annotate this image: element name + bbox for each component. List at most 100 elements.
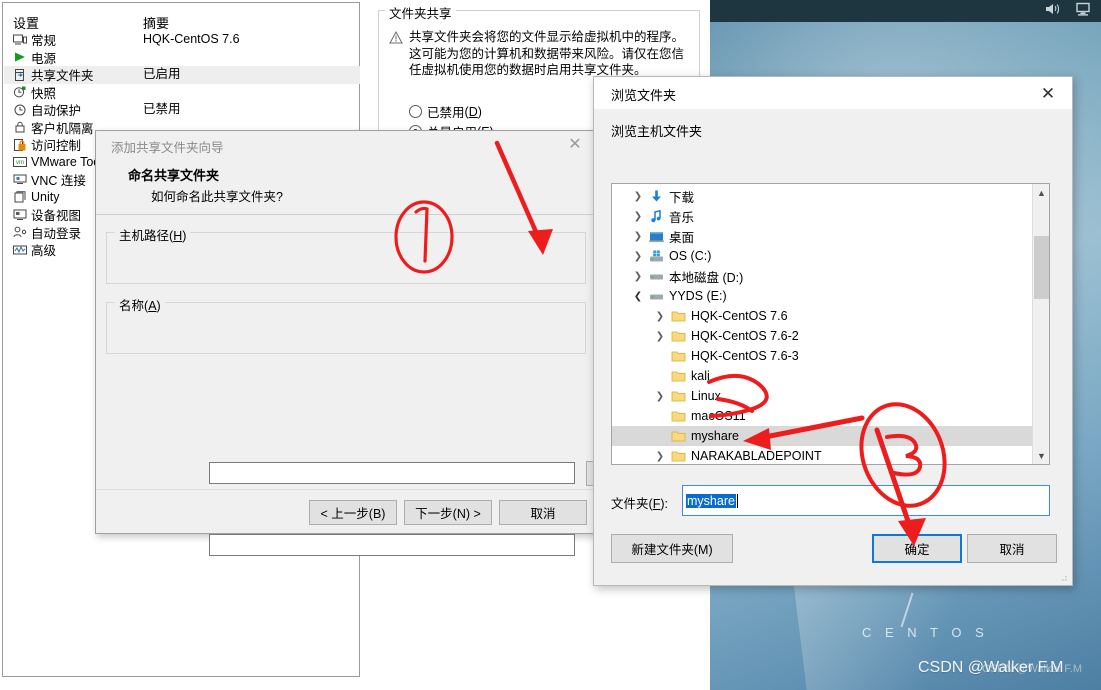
access-lock-icon [12, 138, 27, 152]
chevron-right-icon[interactable]: ❯ [630, 211, 646, 222]
tree-item-label: HQK-CentOS 7.6-2 [691, 329, 799, 343]
tree-item-hqk-centos-76-2[interactable]: ❯ HQK-CentOS 7.6-2 [612, 326, 1032, 346]
music-icon [646, 209, 666, 224]
tree-item-os-c[interactable]: ❯ OS (C:) [612, 246, 1032, 266]
tree-item-label: YYDS (E:) [669, 289, 727, 303]
summary-general: HQK-CentOS 7.6 [143, 32, 240, 46]
svg-text:vm: vm [16, 160, 24, 166]
folder-icon [668, 349, 688, 364]
chevron-right-icon[interactable]: ❯ [630, 251, 646, 262]
folder-name-input[interactable]: myshare [682, 485, 1050, 516]
tree-item-hqk-centos-76-3[interactable]: HQK-CentOS 7.6-3 [612, 346, 1032, 366]
watermark-csdn: CSDN @Walker F.M [918, 659, 1064, 676]
sidebar-label: 访问控制 [31, 139, 82, 154]
tree-item-narakabladepoint[interactable]: ❯ NARAKABLADEPOINT [612, 446, 1032, 464]
drive-icon [646, 289, 666, 304]
folder-icon [668, 329, 688, 344]
folder-tree-items: ❯ 下载 ❯ 音乐 ❯ 桌面 ❯ OS (C:) ❯ 本地磁盘 (D:) ❮ Y… [612, 186, 1032, 464]
folder-name-value: myshare [686, 493, 736, 508]
ok-button[interactable]: 确定 [872, 534, 962, 563]
sidebar-label: 自动保护 [31, 104, 82, 119]
folder-field-label: 文件夹(F): [611, 497, 668, 511]
vnc-icon [12, 173, 27, 187]
column-header-summary: 摘要 [143, 16, 170, 31]
download-icon [646, 189, 666, 204]
tree-item-label: HQK-CentOS 7.6-3 [691, 349, 799, 363]
tree-item-local-disk-d[interactable]: ❯ 本地磁盘 (D:) [612, 266, 1032, 286]
folder-tree[interactable]: ❯ 下载 ❯ 音乐 ❯ 桌面 ❯ OS (C:) ❯ 本地磁盘 (D:) ❮ Y… [611, 183, 1050, 465]
tree-scrollbar[interactable]: ▲ ▼ [1032, 184, 1049, 464]
sidebar-label: 快照 [31, 86, 57, 101]
chevron-right-icon[interactable]: ❯ [652, 331, 668, 342]
tree-item-label: OS (C:) [669, 249, 712, 263]
radio-accel: D [468, 104, 478, 119]
tree-item-music[interactable]: ❯ 音乐 [612, 206, 1032, 226]
device-view-icon [12, 208, 27, 222]
chevron-right-icon[interactable]: ❯ [630, 191, 646, 202]
wizard-heading: 命名共享文件夹 [128, 168, 220, 183]
tree-item-label: 音乐 [669, 210, 695, 225]
tree-item-linux[interactable]: ❯ Linux [612, 386, 1032, 406]
wizard-title-bar: 添加共享文件夹向导 ✕ [96, 131, 594, 159]
scroll-up-icon[interactable]: ▲ [1033, 184, 1049, 201]
sidebar-label: 设备视图 [31, 209, 82, 224]
host-path-legend: 主机路径(H) [115, 225, 191, 244]
scroll-down-icon[interactable]: ▼ [1033, 447, 1049, 464]
back-button[interactable]: < 上一步(B) [309, 500, 397, 525]
tree-item-label: 桌面 [669, 230, 695, 245]
advanced-icon [12, 243, 27, 257]
scrollbar-thumb[interactable] [1034, 236, 1049, 299]
summary-snapshot [143, 84, 353, 102]
tree-item-label: 下载 [669, 190, 695, 205]
browse-title-bar: 浏览文件夹 ✕ [594, 77, 1072, 109]
unity-icon [12, 190, 27, 204]
browse-dialog-subtitle: 浏览主机文件夹 [611, 124, 703, 139]
tree-item-label: kali [691, 369, 710, 383]
new-folder-button[interactable]: 新建文件夹(M) [611, 534, 733, 563]
host-path-input[interactable] [209, 462, 575, 484]
tree-item-macos11[interactable]: macOS11 [612, 406, 1032, 426]
desktop-icon [646, 229, 666, 244]
sidebar-label: Unity [31, 190, 60, 205]
tree-item-downloads[interactable]: ❯ 下载 [612, 186, 1032, 206]
chevron-right-icon[interactable]: ❯ [652, 451, 668, 462]
tree-item-hqk-centos-76[interactable]: ❯ HQK-CentOS 7.6 [612, 306, 1032, 326]
radio-disabled[interactable]: 已禁用(D) [409, 102, 482, 121]
snapshot-icon [12, 85, 27, 99]
folder-icon [668, 409, 688, 424]
monitor-icon [12, 33, 27, 47]
chevron-right-icon[interactable]: ❯ [630, 231, 646, 242]
wizard-title: 添加共享文件夹向导 [111, 141, 224, 155]
warning-triangle-icon [389, 29, 409, 79]
chevron-right-icon[interactable]: ❯ [652, 311, 668, 322]
wizard-header: 命名共享文件夹 如何命名此共享文件夹? [96, 159, 594, 215]
resize-grip-icon[interactable] [1058, 572, 1068, 582]
close-icon[interactable]: ✕ [1030, 81, 1066, 105]
summary-column: HQK-CentOS 7.6 已启用 已禁用 [143, 31, 353, 119]
chevron-right-icon[interactable]: ❯ [652, 391, 668, 402]
lock-icon [12, 120, 27, 134]
folder-icon [668, 369, 688, 384]
name-legend: 名称(A) [115, 295, 165, 314]
cancel-button[interactable]: 取消 [499, 500, 587, 525]
play-icon [12, 50, 27, 64]
cancel-button[interactable]: 取消 [967, 534, 1057, 563]
chevron-right-icon[interactable]: ❯ [630, 271, 646, 282]
tree-item-myshare[interactable]: myshare [612, 426, 1032, 446]
text-caret [736, 493, 738, 508]
name-input[interactable] [209, 534, 575, 556]
sidebar-label: 高级 [31, 244, 57, 259]
display-icon[interactable] [1075, 2, 1091, 16]
folder-sharing-warning-text: 共享文件夹会将您的文件显示给虚拟机中的程序。这可能为您的计算机和数据带来风险。请… [409, 30, 685, 77]
close-icon[interactable]: ✕ [564, 135, 586, 155]
tree-item-yyds-e[interactable]: ❮ YYDS (E:) [612, 286, 1032, 306]
sidebar-label: 电源 [31, 51, 57, 66]
tree-item-label: 本地磁盘 (D:) [669, 270, 744, 285]
sidebar-label: 共享文件夹 [31, 69, 94, 84]
tree-item-label: macOS11 [691, 409, 746, 423]
tree-item-kali[interactable]: kali [612, 366, 1032, 386]
next-button[interactable]: 下一步(N) > [404, 500, 492, 525]
speaker-icon[interactable] [1045, 2, 1061, 16]
tree-item-desktop[interactable]: ❯ 桌面 [612, 226, 1032, 246]
chevron-down-icon[interactable]: ❮ [630, 291, 646, 302]
